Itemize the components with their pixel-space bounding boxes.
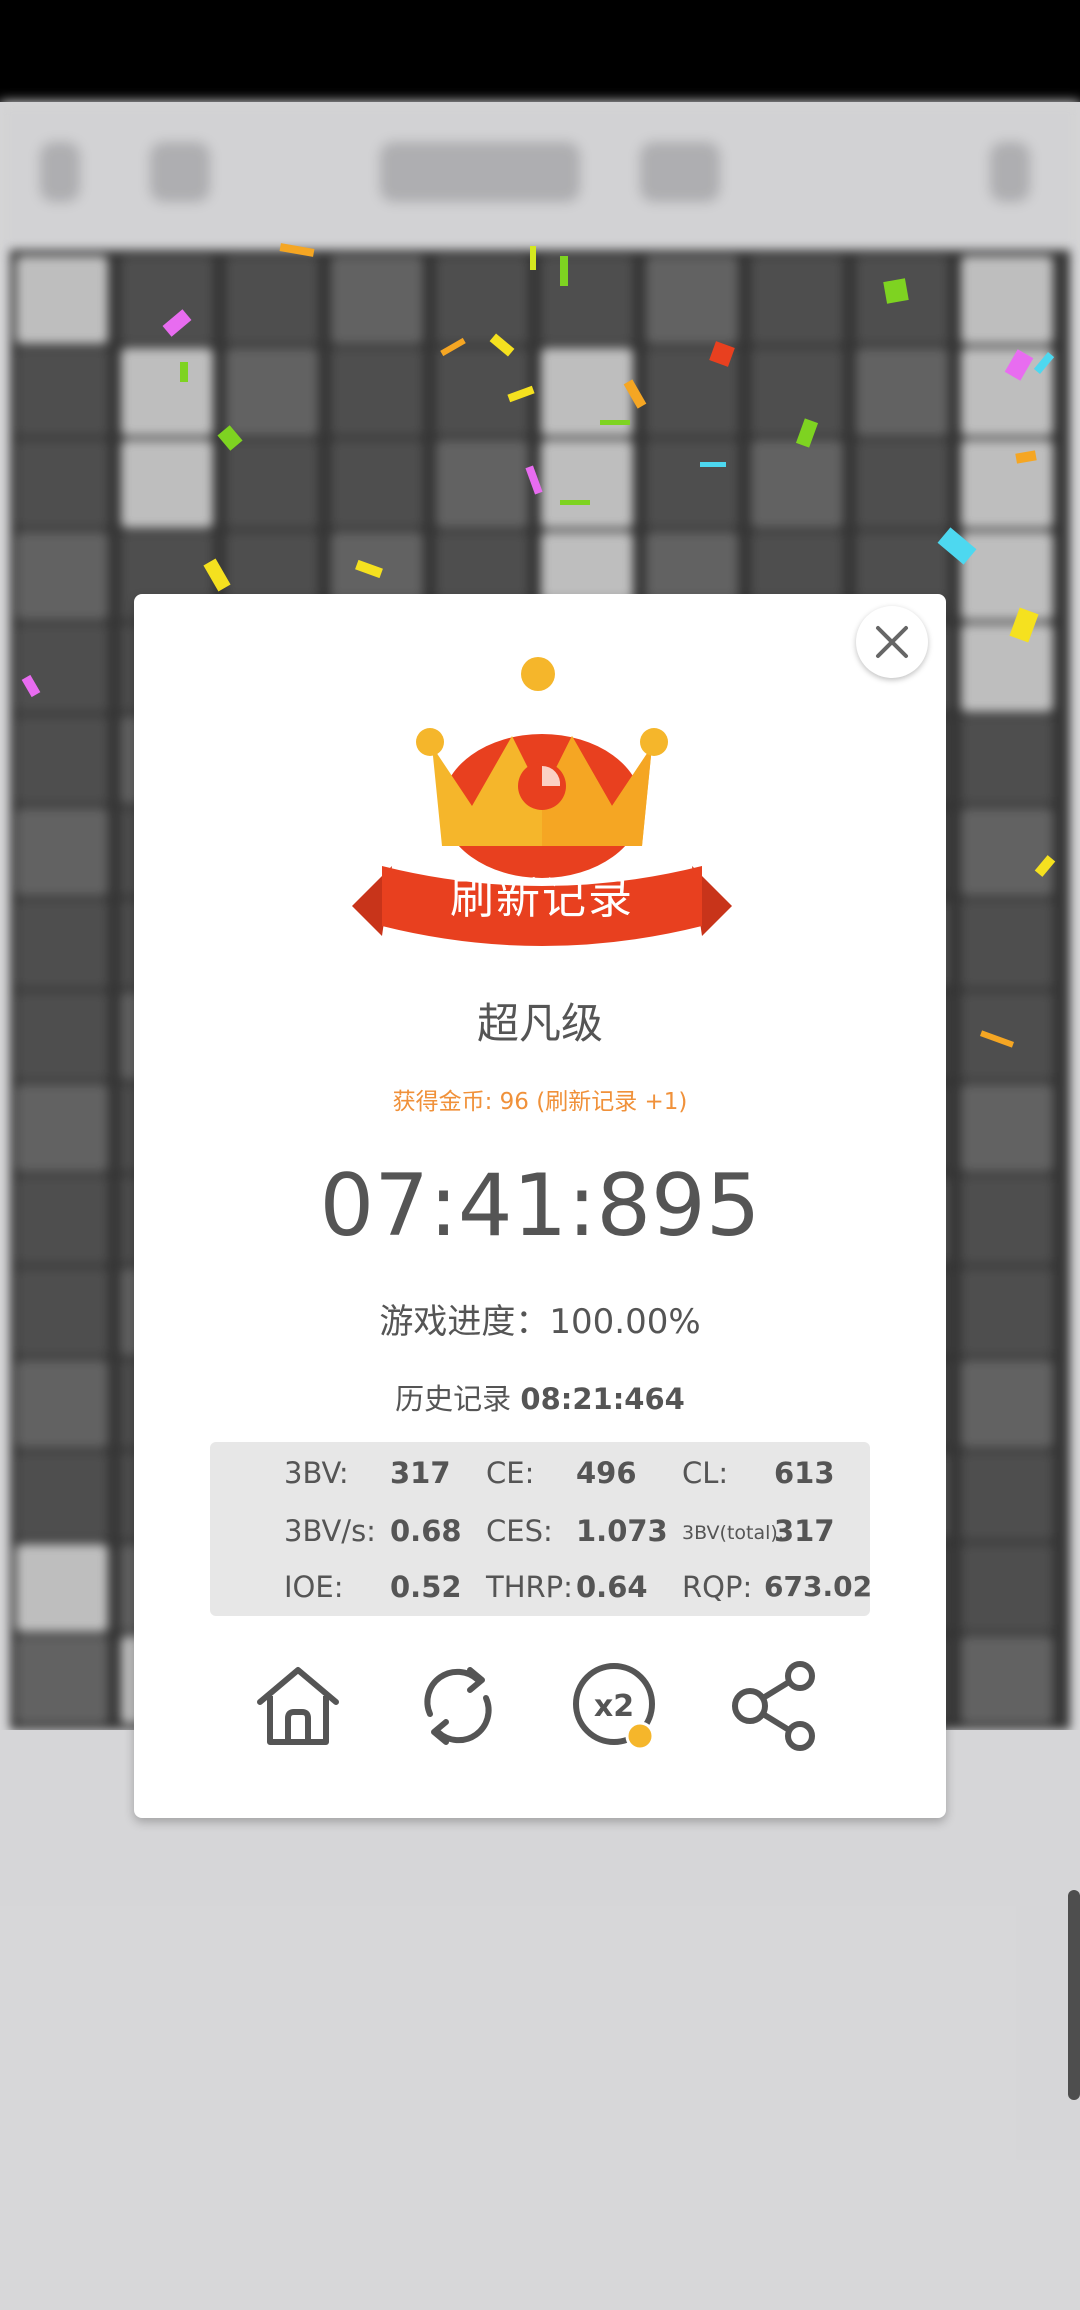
stat-value: 0.64 xyxy=(576,1570,648,1604)
home-button[interactable] xyxy=(248,1656,348,1756)
stat-label: 3BV(total): xyxy=(682,1522,785,1544)
action-bar: x2 xyxy=(134,1656,946,1756)
stat-label: IOE: xyxy=(284,1570,344,1604)
stat-value: 0.68 xyxy=(390,1514,462,1548)
stat-value: 0.52 xyxy=(390,1570,462,1604)
stats-panel: 3BV: 317 CE: 496 CL: 613 3BV/s: 0.68 CES… xyxy=(210,1442,873,1616)
restart-button[interactable] xyxy=(408,1656,508,1756)
history-record: 历史记录 08:21:464 xyxy=(134,1376,946,1418)
stat-label: 3BV: xyxy=(284,1456,349,1490)
share-button[interactable] xyxy=(728,1656,828,1756)
stat-value: 1.073 xyxy=(576,1514,668,1548)
progress-value: 100.00% xyxy=(549,1302,701,1342)
progress-line: 游戏进度：100.00% xyxy=(134,1294,946,1343)
double-reward-icon: x2 xyxy=(573,1663,655,1751)
coins-reward-text: 获得金币: 96 (刷新记录 +1) xyxy=(392,1089,688,1115)
stat-label: THRP: xyxy=(486,1570,573,1604)
svg-text:x2: x2 xyxy=(594,1689,634,1724)
stat-value: 496 xyxy=(576,1456,637,1490)
finish-time: 07:41:895 xyxy=(319,1156,761,1256)
history-label: 历史记录 xyxy=(395,1382,512,1416)
banner-title: 刷新记录 xyxy=(450,873,634,924)
stat-label: CE: xyxy=(486,1456,535,1490)
stat-value: 673.02 xyxy=(764,1570,873,1603)
stat-label: CL: xyxy=(682,1456,729,1490)
double-reward-button[interactable]: x2 xyxy=(568,1656,668,1756)
stat-value: 317 xyxy=(774,1514,835,1548)
restart-icon xyxy=(424,1667,492,1745)
close-icon xyxy=(876,626,908,658)
history-value: 08:21:464 xyxy=(520,1382,685,1416)
stat-value: 613 xyxy=(774,1456,835,1490)
level-title: 超凡级 xyxy=(476,999,603,1048)
record-dialog: 刷新记录 超凡级 获得金币: 96 (刷新记录 +1) 07:41:895 游戏… xyxy=(134,594,946,1818)
progress-label: 游戏进度： xyxy=(379,1302,550,1342)
stat-label: CES: xyxy=(486,1514,553,1548)
stat-label: RQP: xyxy=(682,1570,753,1604)
share-icon xyxy=(732,1661,815,1751)
stat-label: 3BV/s: xyxy=(284,1514,376,1548)
crown-badge-icon xyxy=(352,657,732,946)
close-button[interactable] xyxy=(856,606,928,678)
stat-value: 317 xyxy=(390,1456,451,1490)
home-icon xyxy=(257,1667,339,1745)
status-bar xyxy=(0,0,1080,102)
